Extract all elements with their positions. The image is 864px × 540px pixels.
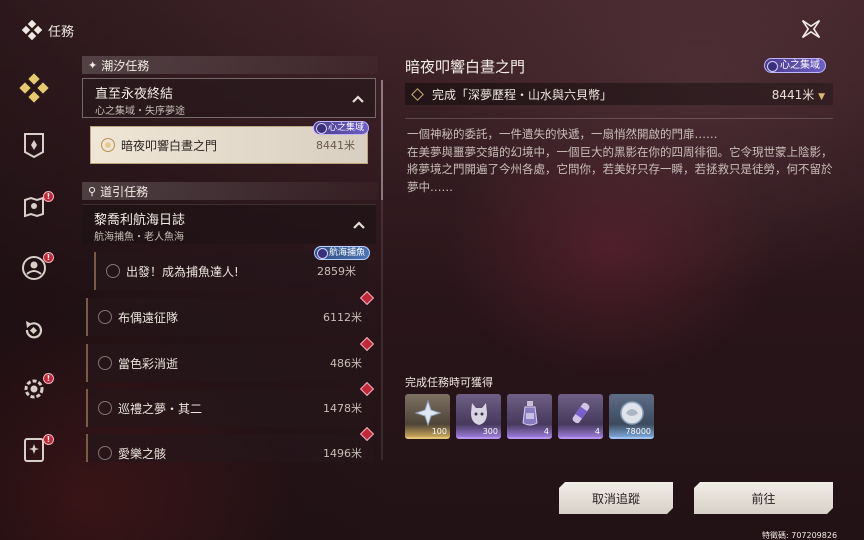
sidebar-item-map[interactable]: ! bbox=[12, 187, 56, 227]
region-tag: 心之集域 bbox=[764, 58, 826, 73]
reward-item[interactable]: 100 bbox=[405, 394, 450, 439]
player-uid: 特徵碼: 707209826 bbox=[762, 531, 838, 540]
close-icon bbox=[801, 19, 821, 39]
objective-diamond-icon bbox=[411, 87, 424, 101]
page-header: 任務 bbox=[21, 19, 75, 41]
crystal-icon bbox=[414, 399, 441, 426]
group-subtitle: 航海捕魚・老人魚海 bbox=[94, 232, 184, 243]
shell-coin-icon bbox=[619, 401, 644, 425]
quest-group-endless-night[interactable]: 直至永夜終結 心之集域・失序夢途 bbox=[82, 78, 376, 118]
list-item[interactable]: 布偶遠征隊 6112米 bbox=[86, 290, 375, 336]
alert-diamond-icon bbox=[359, 381, 375, 397]
list-item[interactable]: 出發！成為捕魚達人! 2859米 航海捕魚 bbox=[94, 246, 370, 290]
quest-item-selected[interactable]: 暗夜叩響白晝之門 8441米 心之集域 bbox=[90, 121, 369, 164]
quest-track-icon bbox=[98, 446, 112, 460]
quest-group-logbook[interactable]: 黎喬利航海日誌 航海捕魚・老人魚海 bbox=[82, 204, 376, 244]
chevron-up-icon bbox=[353, 221, 365, 229]
section-header-tidal: ✦ 潮汐任務 bbox=[82, 56, 378, 74]
divider bbox=[405, 118, 833, 119]
quest-objective: 完成「深夢歷程・山水與六貝幣」 8441米 ▼ bbox=[405, 83, 833, 105]
list-item[interactable]: 巡禮之夢・其二 1478米 bbox=[86, 381, 375, 427]
return-arrow-icon bbox=[25, 321, 43, 339]
region-tag: 心之集域 bbox=[312, 121, 369, 135]
capsule-icon bbox=[572, 402, 589, 424]
beast-icon bbox=[470, 402, 487, 425]
alert-diamond-icon bbox=[359, 426, 375, 442]
sidebar-item-settings[interactable]: ! bbox=[12, 369, 56, 409]
rewards-label: 完成任務時可獲得 bbox=[405, 376, 493, 389]
quest-track-icon bbox=[98, 401, 112, 415]
group-title: 黎喬利航海日誌 bbox=[94, 213, 186, 228]
page-title: 任務 bbox=[48, 24, 75, 40]
list-item[interactable]: 當色彩消逝 486米 bbox=[86, 336, 375, 382]
group-title: 直至永夜終結 bbox=[95, 87, 174, 102]
section-header-guide: ⚲ 道引任務 bbox=[82, 182, 378, 200]
sidebar-item-character[interactable]: ! bbox=[12, 248, 56, 288]
reward-item[interactable]: 4 bbox=[558, 394, 603, 439]
group-subtitle: 心之集域・失序夢途 bbox=[95, 106, 185, 117]
sidebar-item-quests[interactable] bbox=[12, 68, 56, 108]
sidebar-item-banner[interactable] bbox=[12, 125, 56, 165]
list-scrollbar[interactable] bbox=[381, 80, 383, 460]
quest-track-icon bbox=[98, 356, 112, 370]
list-item[interactable]: 愛樂之骸 1496米 bbox=[86, 426, 375, 462]
alert-badge: ! bbox=[43, 252, 54, 263]
chevron-up-icon bbox=[352, 95, 364, 103]
go-button[interactable]: 前往 bbox=[694, 482, 833, 514]
banner-shield-icon bbox=[24, 133, 44, 158]
reward-item[interactable]: 4 bbox=[507, 394, 552, 439]
quest-list: ✦ 潮汐任務 直至永夜終結 心之集域・失序夢途 暗夜叩響白晝之門 8441米 心… bbox=[82, 56, 382, 462]
reward-item[interactable]: 300 bbox=[456, 394, 501, 439]
sparkle-icon: ✦ bbox=[88, 58, 98, 72]
quest-track-icon bbox=[101, 138, 115, 152]
potion-icon bbox=[521, 400, 538, 426]
cancel-tracking-button[interactable]: 取消追蹤 bbox=[559, 482, 673, 514]
close-button[interactable] bbox=[797, 15, 825, 43]
scrollbar-thumb[interactable] bbox=[381, 80, 383, 200]
quest-track-icon bbox=[106, 264, 120, 278]
alert-badge: ! bbox=[43, 373, 54, 384]
sidebar-item-return[interactable] bbox=[12, 310, 56, 350]
quest-description: 一個神秘的委託，一件遺失的快遞，一扇悄然開啟的門扉…… 在美夢與噩夢交錯的幻境中… bbox=[407, 127, 833, 194]
book-icon bbox=[24, 438, 44, 462]
activity-tag: 航海捕魚 bbox=[313, 246, 370, 260]
quest-track-icon bbox=[98, 310, 112, 324]
alert-diamond-icon bbox=[359, 336, 375, 352]
rewards-row: 100 300 4 4 78000 bbox=[405, 394, 654, 439]
quest-detail-title: 暗夜叩響白晝之門 bbox=[405, 58, 526, 76]
quest-diamond-icon bbox=[19, 73, 49, 103]
map-pin-icon bbox=[24, 196, 44, 218]
quest-menu-icon bbox=[21, 19, 43, 41]
alert-diamond-icon bbox=[359, 290, 375, 306]
location-pin-icon: ⚲ bbox=[88, 184, 97, 198]
reward-item[interactable]: 78000 bbox=[609, 394, 654, 439]
sidebar-item-journal[interactable]: ! bbox=[12, 430, 56, 470]
alert-badge: ! bbox=[43, 191, 54, 202]
dropdown-arrow-icon[interactable]: ▼ bbox=[818, 92, 825, 102]
alert-badge: ! bbox=[43, 434, 54, 445]
